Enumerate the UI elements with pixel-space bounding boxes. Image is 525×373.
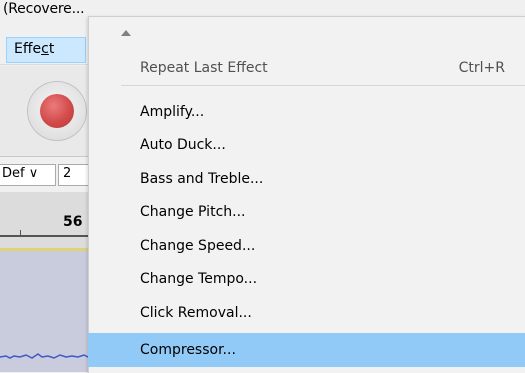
menu-item-repeat-last-effect[interactable]: Repeat Last Effect Ctrl+R (88, 51, 525, 85)
menu-item-label: Repeat Last Effect (140, 60, 268, 76)
menu-item-label: Bass and Treble... (140, 171, 264, 187)
menu-effect-post: t (48, 41, 55, 57)
menu-item-amplify[interactable]: Amplify... (88, 95, 525, 129)
chevron-up-icon[interactable] (121, 30, 131, 36)
menu-item-click-removal[interactable]: Click Removal... (88, 296, 525, 330)
menu-effect[interactable]: Effect (6, 37, 86, 63)
menu-item-compressor[interactable]: Compressor... (88, 333, 525, 367)
menu-item-label: Click Removal... (140, 305, 252, 321)
timeline-ruler[interactable] (0, 192, 100, 250)
menu-item-label: Change Speed... (140, 238, 256, 254)
record-icon (40, 94, 74, 128)
window-title: (Recovere... (3, 1, 85, 17)
menu-item-label: Compressor... (140, 342, 236, 358)
menu-item-label: Auto Duck... (140, 137, 226, 153)
ruler-baseline (0, 235, 100, 237)
menu-item-change-tempo[interactable]: Change Tempo... (88, 262, 525, 296)
menu-item-shortcut: Ctrl+R (458, 60, 505, 76)
menu-item-label: Change Tempo... (140, 271, 258, 287)
menu-item-auto-duck[interactable]: Auto Duck... (88, 128, 525, 162)
menu-item-change-speed[interactable]: Change Speed... (88, 229, 525, 263)
menu-item-label: Change Pitch... (140, 204, 246, 220)
ruler-label: 56 (63, 214, 83, 230)
audio-host-value: Def (2, 166, 25, 181)
channels-value: 2 (63, 166, 72, 181)
menu-item-bass-and-treble[interactable]: Bass and Treble... (88, 162, 525, 196)
chevron-down-icon: ∨ (28, 166, 39, 181)
menu-effect-pre: Effe (14, 41, 42, 57)
menu-separator (121, 85, 525, 86)
audio-host-dropdown[interactable]: Def ∨ (0, 164, 56, 186)
menu-item-change-pitch[interactable]: Change Pitch... (88, 195, 525, 229)
ruler-tick (20, 230, 21, 235)
menu-effect-accel: c (41, 41, 49, 57)
menu-item-label: Amplify... (140, 104, 205, 120)
waveform (0, 353, 100, 359)
